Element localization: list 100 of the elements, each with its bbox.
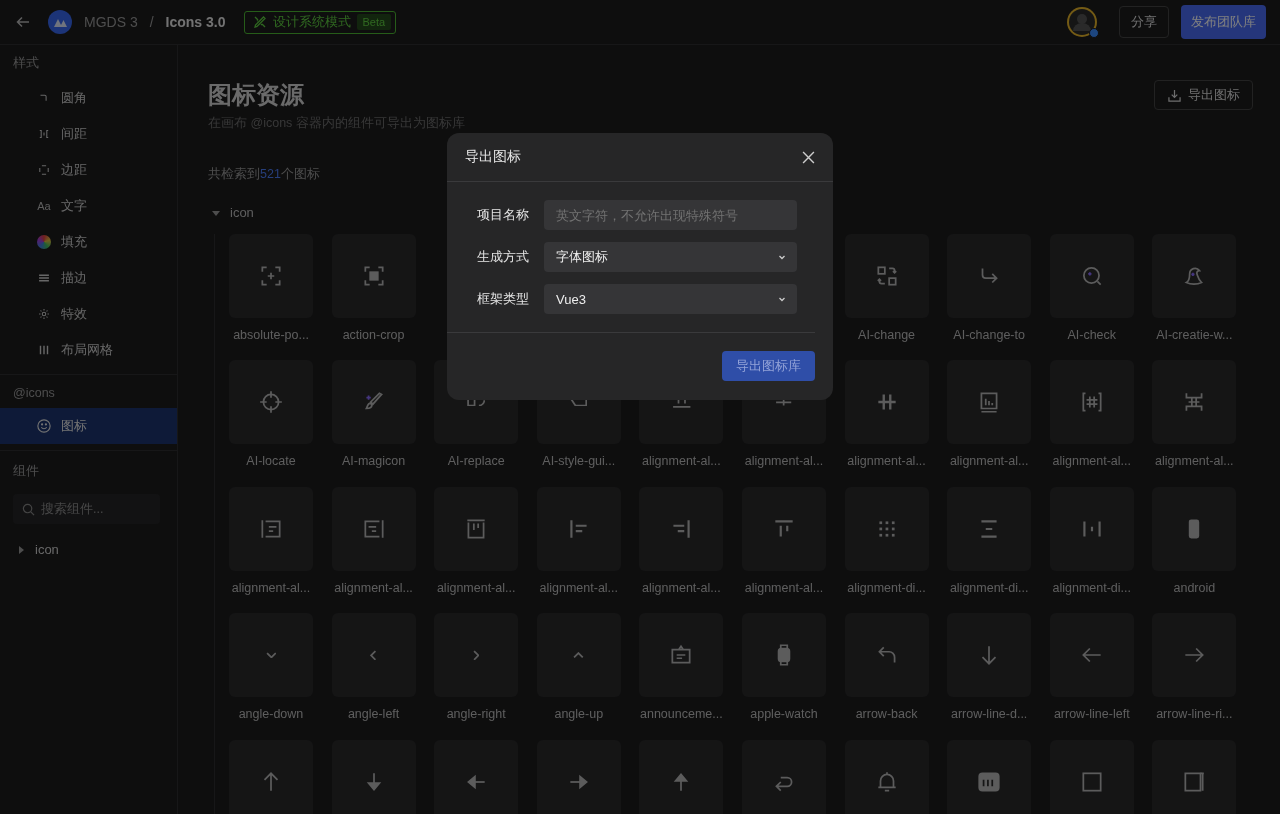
sidebar-item[interactable]: 间距 [0,116,177,152]
sidebar-item[interactable]: 圆角 [0,80,177,116]
sidebar-item[interactable]: 布局网格 [0,332,177,368]
icon-name: alignment-al... [744,454,824,468]
crosshair-icon [258,389,284,415]
padding-icon [37,163,51,177]
field-label: 生成方式 [477,248,530,266]
mode-badge[interactable]: 设计系统模式 Beta [243,10,397,34]
project-name[interactable]: MGDS 3 [84,14,138,30]
publish-button[interactable]: 发布团队库 [1181,5,1266,39]
icon-tile[interactable] [1049,739,1134,814]
icon-tile[interactable] [1049,233,1134,318]
sidebar-item[interactable]: 描边 [0,260,177,296]
icon-name: angle-right [446,707,506,721]
sidebar-item[interactable]: 边距 [0,152,177,188]
icon-tile[interactable] [536,613,621,697]
icon-tile[interactable] [844,360,929,444]
icon-tile[interactable] [639,739,724,814]
icon-name: alignment-al... [539,580,619,595]
icon-name: alignment-al... [334,580,413,595]
icon-name: AI-check [1067,327,1117,342]
sun-icon [37,307,51,321]
icon-tile[interactable] [331,486,416,571]
icon-tile[interactable] [1152,360,1237,444]
search-icon [22,502,35,516]
icon-tile[interactable] [844,486,929,571]
result-count: 共检索到521个图标 [208,166,320,183]
section-title: 组件 [12,463,40,480]
share-button[interactable]: 分享 [1119,6,1169,38]
spacing-icon [37,127,51,141]
icon-tile[interactable] [947,613,1032,697]
icon-tile[interactable] [741,613,826,697]
icon-tile[interactable] [536,486,621,571]
field-label: 项目名称 [477,206,530,224]
icon-tile[interactable] [229,233,313,318]
mode-label: 设计系统模式 [272,13,351,31]
icon-tile[interactable] [947,486,1032,571]
icon-tile[interactable] [741,739,826,814]
file-name[interactable]: Icons 3.0 [165,14,226,30]
app-logo[interactable] [48,10,72,34]
icon-tile[interactable] [434,613,519,697]
icon-tile[interactable] [639,486,724,571]
sidebar-item[interactable]: 填充 [0,224,177,260]
page-title: 图标资源 [208,80,305,110]
icon-tile[interactable] [434,486,519,571]
sidebar-item[interactable]: 图标 [0,408,177,444]
icon-tile[interactable] [1049,360,1134,444]
text-style-icon: Aa [37,200,51,212]
icon-tile[interactable] [1152,486,1237,571]
icon-tile[interactable] [844,739,929,814]
user-avatar[interactable] [1067,7,1097,37]
icon-name: alignment-di... [1052,580,1131,595]
color-wheel-icon [37,235,51,249]
icon-tile[interactable] [1152,613,1237,697]
icon-tile[interactable] [229,739,313,814]
icon-name: AI-change-to [953,327,1025,342]
icon-name: alignment-al... [231,580,311,595]
back-button[interactable] [16,15,30,29]
icon-name: AI-magicon [341,454,406,468]
icon-tile[interactable] [639,613,724,697]
icon-tile[interactable] [844,233,929,318]
icon-tile[interactable] [947,233,1032,318]
icon-tile[interactable] [331,360,416,444]
icon-tile[interactable] [844,613,929,697]
icon-name: AI-creatie-w... [1156,327,1233,342]
icon-tile[interactable] [331,613,416,697]
icon-tile[interactable] [331,233,416,318]
icon-tile[interactable] [536,739,621,814]
shape-icon [570,397,588,407]
group-toggle[interactable]: icon [208,205,254,220]
sidebar-item[interactable]: Aa 文字 [0,188,177,224]
field-label: 框架类型 [477,290,530,308]
icon-tile[interactable] [1152,739,1237,814]
icon-name: AI-style-gui... [542,454,616,468]
close-button[interactable] [802,150,815,164]
icon-tile[interactable] [947,739,1032,814]
icon-name: arrow-line-left [1053,707,1130,721]
close-icon [802,150,815,164]
download-icon [1168,88,1181,102]
select-field[interactable]: Vue3 [544,284,797,314]
icon-tile[interactable] [947,360,1032,444]
tree-item[interactable]: icon [0,524,177,557]
icon-name: AI-change [858,327,916,342]
icon-tile[interactable] [331,739,416,814]
icon-tile[interactable] [229,486,313,571]
caret-icon [17,544,25,555]
export-button[interactable]: 导出图标 [1154,80,1253,110]
icon-tile[interactable] [434,739,519,814]
export-library-button[interactable]: 导出图标库 [722,351,815,381]
icon-tile[interactable] [229,613,313,697]
icon-name: alignment-al... [642,454,721,468]
icon-tile[interactable] [1152,233,1237,318]
icon-tile[interactable] [741,486,826,571]
icon-name: alignment-al... [1052,454,1131,468]
icon-tile[interactable] [229,360,313,444]
icon-tile[interactable] [1049,486,1134,571]
icon-name: angle-left [347,707,400,721]
icon-tile[interactable] [1049,613,1134,697]
sidebar-item[interactable]: 特效 [0,296,177,332]
select-field[interactable]: 字体图标 [544,242,797,272]
